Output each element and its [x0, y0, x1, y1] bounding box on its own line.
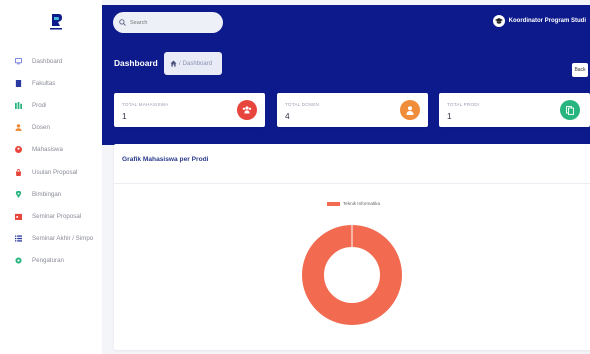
bag-icon	[15, 168, 22, 176]
sidebar-item-label: Dashboard	[32, 57, 63, 65]
breadcrumb: / Dashboard	[164, 52, 222, 75]
sidebar-item-mahasiswa[interactable]: Mahasiswa	[0, 139, 102, 161]
stat-badge	[400, 100, 420, 120]
search-input[interactable]	[130, 19, 220, 26]
stat-badge	[560, 100, 580, 120]
sidebar-item-prodi[interactable]: Prodi	[0, 94, 102, 116]
stat-card-mahasiswa[interactable]: TOTAL MAHASISWA 1	[114, 93, 265, 127]
sidebar-item-seminar-akhir[interactable]: Seminar Akhir / Simpo	[0, 228, 102, 250]
chart-card: Grafik Mahasiswa per Prodi Teknik Inform…	[114, 144, 590, 350]
sidebar-item-label: Usulan Proposal	[32, 168, 78, 176]
user-icon	[406, 105, 414, 115]
sidebar-item-label: Fakultas	[32, 79, 56, 87]
stat-value: 1	[122, 111, 127, 121]
donut-chart	[302, 225, 402, 325]
books-icon	[15, 101, 22, 109]
stat-card-prodi[interactable]: TOTAL PRODI 1	[439, 93, 590, 127]
page-title: Dashboard	[114, 58, 158, 68]
sidebar-item-label: Seminar Proposal	[32, 212, 82, 220]
donut-slice-teknik-informatika[interactable]	[302, 225, 402, 325]
pin-icon	[15, 190, 22, 198]
sidebar-nav: Dashboard Fakultas Prodi Dosen Mahasiswa…	[0, 50, 102, 272]
stat-label: TOTAL PRODI	[447, 102, 480, 107]
stat-card-dosen[interactable]: TOTAL DOSEN 4	[277, 93, 428, 127]
sidebar-item-label: Seminar Akhir / Simpo	[32, 235, 94, 243]
user-menu[interactable]: Koordinator Program Studi	[492, 15, 586, 27]
sidebar-item-bimbingan[interactable]: Bimbingan	[0, 183, 102, 205]
breadcrumb-separator: /	[179, 60, 181, 67]
building-icon	[15, 79, 22, 87]
app-logo[interactable]	[48, 12, 64, 32]
home-icon[interactable]	[170, 60, 177, 67]
stat-badge	[237, 100, 257, 120]
stat-value: 1	[447, 111, 452, 121]
stat-label: TOTAL DOSEN	[285, 102, 320, 107]
books-icon	[566, 105, 574, 115]
sidebar-item-usulan-proposal[interactable]: Usulan Proposal	[0, 161, 102, 183]
calendar-icon	[15, 213, 22, 220]
sidebar-item-label: Prodi	[32, 101, 47, 109]
sidebar-item-pengaturan[interactable]: Pengaturan	[0, 250, 102, 272]
sidebar-item-seminar-proposal[interactable]: Seminar Proposal	[0, 205, 102, 227]
avatar	[492, 15, 505, 27]
sidebar-item-dashboard[interactable]: Dashboard	[0, 50, 102, 72]
user-name: Koordinator Program Studi	[508, 18, 586, 24]
search-icon	[119, 19, 126, 26]
stat-value: 4	[285, 111, 290, 121]
user-icon	[15, 124, 22, 132]
sidebar-item-label: Dosen	[32, 124, 50, 132]
sidebar-item-label: Bimbingan	[32, 190, 62, 198]
list-icon	[15, 235, 22, 242]
graduation-logo-icon	[50, 14, 62, 30]
sidebar-item-dosen[interactable]: Dosen	[0, 117, 102, 139]
monitor-icon	[15, 57, 22, 64]
sidebar-item-label: Pengaturan	[32, 257, 64, 265]
graduation-cap-icon	[494, 18, 503, 24]
search-box[interactable]	[113, 12, 223, 33]
back-button[interactable]: Back	[572, 63, 588, 77]
sidebar-item-fakultas[interactable]: Fakultas	[0, 72, 102, 94]
app: Dashboard Fakultas Prodi Dosen Mahasiswa…	[0, 0, 590, 354]
users-icon	[15, 146, 22, 154]
gear-icon	[15, 257, 22, 264]
main-content: Koordinator Program Studi Dashboard / Da…	[102, 0, 590, 354]
stat-label: TOTAL MAHASISWA	[122, 102, 169, 107]
users-icon	[242, 106, 252, 114]
sidebar-item-label: Mahasiswa	[32, 146, 63, 154]
sidebar: Dashboard Fakultas Prodi Dosen Mahasiswa…	[0, 0, 102, 354]
breadcrumb-current: Dashboard	[182, 60, 213, 67]
